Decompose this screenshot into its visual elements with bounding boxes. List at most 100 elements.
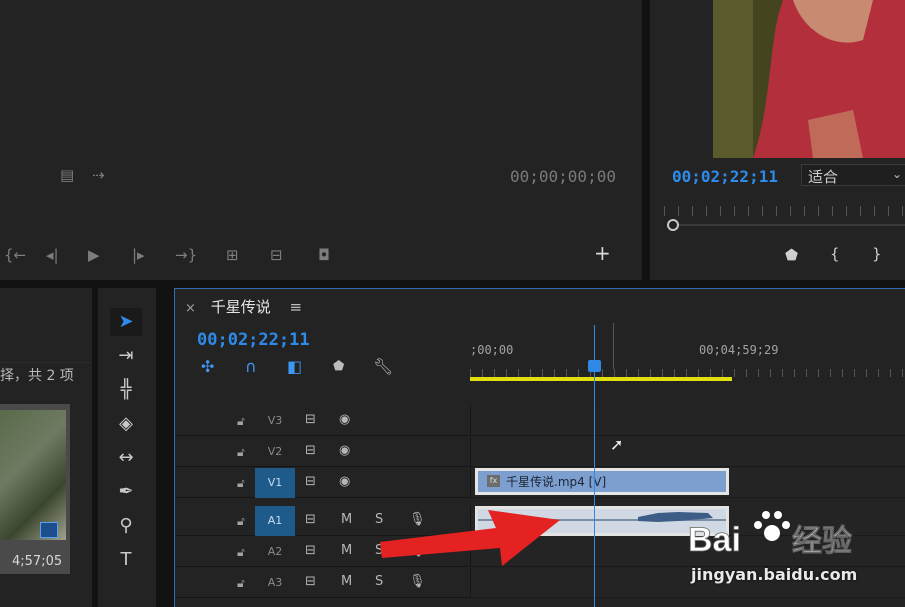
nest-icon[interactable]: ✣ (201, 357, 214, 376)
fx-badge-icon: fx (487, 475, 500, 487)
mute-button[interactable]: M (341, 512, 352, 527)
program-preview-image (713, 0, 905, 158)
program-timecode[interactable]: 00;02;22;11 (672, 167, 778, 186)
track-select-tool-icon[interactable]: ⇥ (110, 342, 142, 370)
fit-dropdown[interactable]: 适合 ⌄ (801, 164, 905, 186)
lock-icon[interactable]: 🔓︎ (237, 476, 245, 491)
mute-button[interactable]: M (341, 574, 352, 589)
work-area-bar[interactable] (470, 377, 732, 381)
mouse-cursor-icon: ➚ (610, 435, 624, 454)
track-header-v2[interactable]: 🔓︎ V2 ⊟ ◉ (175, 437, 470, 467)
sequence-icon (40, 522, 58, 538)
lock-icon[interactable]: 🔓︎ (237, 545, 245, 560)
step-forward-icon[interactable]: |▸ (132, 248, 145, 263)
project-header (0, 288, 92, 363)
playhead-handle[interactable] (588, 360, 601, 372)
step-back-icon[interactable]: ◂| (46, 248, 59, 263)
project-item-count: 择，共 2 项 (0, 368, 74, 384)
track-name[interactable]: V1 (255, 468, 295, 498)
chevron-down-icon: ⌄ (891, 167, 902, 181)
slip-tool-icon[interactable]: ↔ (110, 444, 142, 472)
premiere-workspace: ▤ ⇢ 00;00;00;00 {← ◂| ▶ |▸ →} ⊞ ⊟ ◘ + 00… (0, 0, 905, 607)
selection-tool-icon[interactable]: ➤ (110, 308, 142, 336)
wrench-icon[interactable]: 🔧︎ (373, 357, 393, 376)
add-marker-icon[interactable]: ⬟ (785, 248, 798, 263)
timeline-timecode[interactable]: 00;02;22;11 (197, 330, 310, 350)
overwrite-icon[interactable]: ⊟ (270, 248, 283, 263)
source-monitor: ▤ ⇢ 00;00;00;00 {← ◂| ▶ |▸ →} ⊞ ⊟ ◘ + (0, 0, 642, 280)
fit-dropdown-value: 适合 (808, 168, 839, 186)
lock-icon[interactable]: 🔓︎ (237, 576, 245, 591)
svg-text:Bai: Bai (688, 521, 741, 559)
sync-lock-icon[interactable]: ⊟ (305, 412, 316, 427)
camera-icon[interactable]: ◘ (318, 248, 330, 263)
track-name[interactable]: A2 (255, 537, 295, 567)
track-name[interactable]: V2 (255, 437, 295, 467)
eye-icon[interactable]: ◉ (339, 412, 350, 427)
clip-thumbnail-image (0, 410, 66, 540)
go-to-out-icon[interactable]: →} (175, 248, 197, 263)
source-timecode[interactable]: 00;00;00;00 (510, 167, 616, 186)
lock-icon[interactable]: 🔓︎ (237, 445, 245, 460)
add-marker-icon[interactable]: ⬟ (333, 359, 344, 374)
track-name[interactable]: A3 (255, 568, 295, 598)
go-to-in-icon[interactable]: {← (4, 248, 26, 263)
program-playhead-handle[interactable] (667, 219, 679, 231)
project-panel: 择，共 2 项 4;57;05 (0, 288, 92, 607)
mark-out-icon[interactable]: } (872, 247, 882, 262)
eye-icon[interactable]: ◉ (339, 443, 350, 458)
track-name[interactable]: V3 (255, 406, 295, 436)
eye-icon[interactable]: ◉ (339, 474, 350, 489)
video-clip[interactable]: fx 千星传说.mp4 [V] (475, 468, 729, 495)
mute-button[interactable]: M (341, 543, 352, 558)
snap-icon[interactable]: ∩ (245, 357, 257, 376)
mark-in-icon[interactable]: { (830, 247, 840, 262)
program-ruler (664, 206, 905, 216)
track-header-a3[interactable]: 🔓︎ A3 ⊟ M S 🎙︎ (175, 568, 470, 598)
svg-text:经验: 经验 (792, 524, 852, 559)
zoom-tool-icon[interactable]: ⚲ (110, 512, 142, 540)
sync-lock-icon[interactable]: ⊟ (305, 543, 316, 558)
sync-lock-icon[interactable]: ⊟ (305, 512, 316, 527)
lock-icon[interactable]: 🔓︎ (237, 414, 245, 429)
microphone-icon[interactable]: 🎙︎ (409, 574, 426, 589)
sync-lock-icon[interactable]: ⊟ (305, 443, 316, 458)
ruler-start-label: ;00;00 (470, 343, 514, 357)
program-monitor: 00;02;22;11 适合 ⌄ ⬟ { } (650, 0, 905, 280)
red-arrow-annotation (380, 510, 560, 566)
ripple-edit-tool-icon[interactable]: ╬ (110, 376, 142, 404)
lock-icon[interactable]: 🔓︎ (237, 514, 245, 529)
drag-video-icon[interactable]: ⇢ (92, 168, 105, 183)
timeline-tab[interactable]: × 千星传说 ≡ (185, 296, 302, 317)
linked-selection-icon[interactable]: ◧ (287, 357, 302, 376)
track-header-v3[interactable]: 🔓︎ V3 ⊟ ◉ (175, 406, 470, 436)
razor-tool-icon[interactable]: ◈ (110, 410, 142, 438)
ruler-divider (613, 323, 614, 369)
safe-margins-icon[interactable]: ▤ (60, 168, 74, 183)
project-clip-thumbnail[interactable]: 4;57;05 (0, 404, 70, 574)
video-clip-body: fx 千星传说.mp4 [V] (478, 471, 726, 492)
pen-tool-icon[interactable]: ✒ (110, 478, 142, 506)
play-icon[interactable]: ▶ (88, 248, 100, 263)
solo-button[interactable]: S (375, 574, 383, 589)
timeline-tab-title: 千星传说 (210, 298, 271, 316)
type-tool-icon[interactable]: T (110, 546, 142, 574)
program-scrub-bar[interactable] (668, 224, 905, 226)
close-icon[interactable]: × (185, 301, 196, 316)
track-name[interactable]: A1 (255, 506, 295, 536)
panel-menu-icon[interactable]: ≡ (289, 298, 302, 316)
video-clip-label: 千星传说.mp4 [V] (506, 475, 607, 489)
tools-panel: ➤ ⇥ ╬ ◈ ↔ ✒ ⚲ T (98, 288, 156, 607)
insert-icon[interactable]: ⊞ (226, 248, 239, 263)
watermark-url: jingyan.baidu.com (691, 565, 858, 584)
add-button-icon[interactable]: + (594, 243, 611, 263)
timeline-ruler[interactable]: ;00;00 00;04;59;29 (470, 323, 905, 409)
sync-lock-icon[interactable]: ⊟ (305, 574, 316, 589)
ruler-ticks (470, 369, 905, 377)
clip-duration: 4;57;05 (12, 554, 63, 569)
track-lane-v2[interactable] (470, 437, 905, 467)
track-header-v1[interactable]: 🔓︎ V1 ⊟ ◉ (175, 468, 470, 498)
track-lane-v3[interactable] (470, 406, 905, 436)
ruler-mid-label: 00;04;59;29 (699, 343, 779, 357)
sync-lock-icon[interactable]: ⊟ (305, 474, 316, 489)
